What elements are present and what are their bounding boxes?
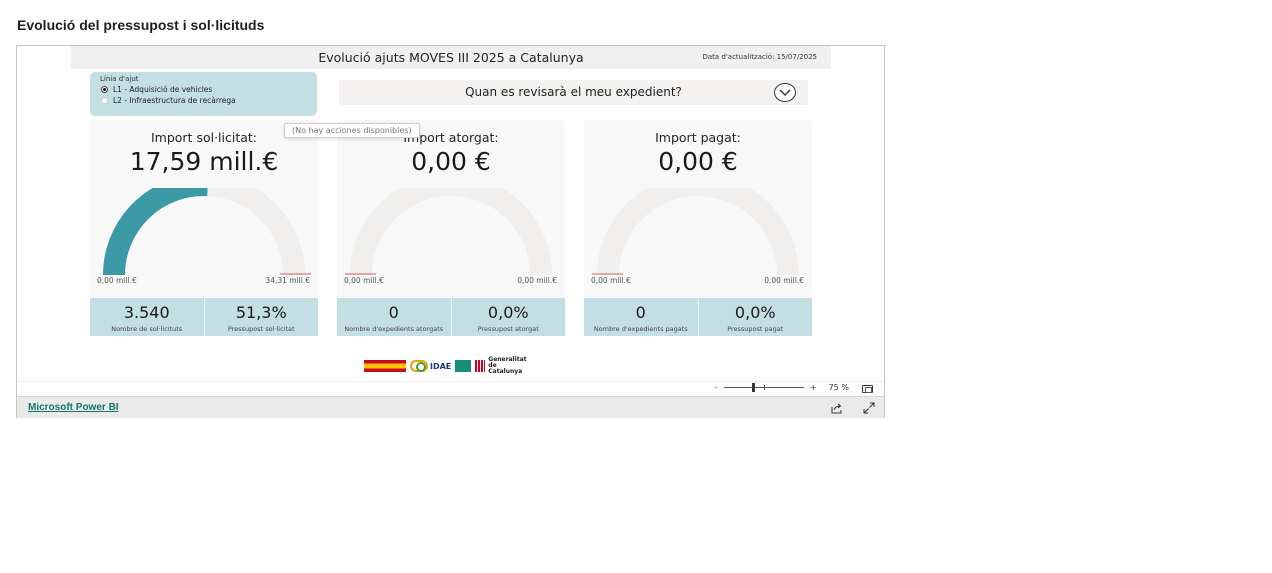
stat-label: Pressupost pagat bbox=[727, 325, 784, 333]
stat-percent: 0,0% Pressupost pagat bbox=[697, 298, 813, 336]
card-stats: 0 Nombre d'expedients pagats 0,0% Pressu… bbox=[584, 298, 812, 336]
zoom-in-button[interactable]: + bbox=[810, 383, 817, 392]
gauge-min-label: 0,00 mill.€ bbox=[97, 276, 137, 285]
stat-count: 0 Nombre d'expedients pagats bbox=[584, 298, 698, 336]
stat-label: Pressupost sol·licitat bbox=[227, 325, 295, 333]
update-date: Data d'actualització: 15/07/2025 bbox=[702, 53, 817, 61]
faq-label: Quan es revisarà el meu expedient? bbox=[465, 85, 682, 99]
stat-value: 0 bbox=[635, 303, 646, 322]
stat-value: 3.540 bbox=[123, 303, 170, 322]
radio-selected-icon[interactable] bbox=[101, 86, 108, 93]
gencat-logo-text: Generalitat de Catalunya bbox=[488, 356, 527, 375]
power-bi-embed: Evolució ajuts MOVES III 2025 a Cataluny… bbox=[16, 45, 885, 418]
stat-value: 0,0% bbox=[487, 303, 529, 322]
chevron-down-icon[interactable] bbox=[774, 83, 796, 102]
card-value: 0,00 € bbox=[658, 147, 738, 176]
gauge-max-label: 0,00 mill.€ bbox=[764, 276, 804, 285]
line-filter-panel: Línia d'ajut L1 - Adquisició de vehicles… bbox=[90, 72, 317, 116]
stat-value: 0 bbox=[388, 303, 399, 322]
sponsor-logos: IDAE Generalitat de Catalunya bbox=[364, 357, 532, 375]
card-stats: 3.540 Nombre de sol·licituts 51,3% Press… bbox=[90, 298, 318, 336]
zoom-level: 75 % bbox=[828, 383, 849, 392]
stat-label: Nombre d'expedients pagats bbox=[593, 325, 688, 333]
zoom-default-tick bbox=[763, 385, 765, 390]
line-option-label: L2 - Infraestructura de recàrrega bbox=[113, 96, 236, 105]
stat-label: Nombre de sol·licituts bbox=[111, 325, 183, 333]
card-stats: 0 Nombre d'expedients atorgats 0,0% Pres… bbox=[337, 298, 565, 336]
zoom-control: - + 75 % bbox=[715, 383, 849, 392]
power-bi-link[interactable]: Microsoft Power BI bbox=[28, 402, 119, 413]
catalan-flag-icon bbox=[475, 360, 486, 372]
green-agency-logo bbox=[455, 360, 472, 372]
gauge-chart bbox=[345, 188, 552, 276]
gauge-fill bbox=[103, 188, 208, 276]
gauge-max-label: 0,00 mill.€ bbox=[517, 276, 557, 285]
line-option-l2[interactable]: L2 - Infraestructura de recàrrega bbox=[101, 96, 236, 105]
spain-government-logo bbox=[364, 360, 406, 372]
zoom-out-button[interactable]: - bbox=[715, 383, 718, 392]
power-bi-footer: Microsoft Power BI bbox=[17, 396, 884, 418]
expand-icon[interactable] bbox=[863, 402, 875, 414]
line-option-l1[interactable]: L1 - Adquisició de vehicles bbox=[101, 85, 212, 94]
card-title: Import pagat: bbox=[655, 130, 741, 145]
stat-percent: 0,0% Pressupost atorgat bbox=[450, 298, 566, 336]
faq-expander[interactable]: Quan es revisarà el meu expedient? bbox=[339, 80, 808, 105]
fit-to-page-icon[interactable] bbox=[862, 385, 873, 393]
report-title-bar: Evolució ajuts MOVES III 2025 a Cataluny… bbox=[71, 46, 831, 69]
gauge-min-label: 0,00 mill.€ bbox=[591, 276, 631, 285]
card-value: 0,00 € bbox=[411, 147, 491, 176]
stat-value: 51,3% bbox=[235, 303, 287, 322]
stat-label: Pressupost atorgat bbox=[477, 325, 539, 333]
zoom-slider[interactable] bbox=[723, 383, 804, 392]
gauge-min-label: 0,00 mill.€ bbox=[344, 276, 384, 285]
stat-value: 0,0% bbox=[734, 303, 776, 322]
page-heading: Evolució del pressupost i sol·licituds bbox=[17, 17, 265, 33]
no-actions-tooltip: (No hay acciones disponibles) bbox=[284, 123, 420, 138]
stat-count: 0 Nombre d'expedients atorgats bbox=[337, 298, 451, 336]
report-canvas: Evolució ajuts MOVES III 2025 a Cataluny… bbox=[17, 46, 884, 381]
gauge-track bbox=[350, 188, 552, 276]
gauge-max-label: 34,31 mill.€ bbox=[265, 276, 310, 285]
idae-logo-text: IDAE bbox=[430, 361, 452, 371]
stat-count: 3.540 Nombre de sol·licituts bbox=[90, 298, 204, 336]
gauge-chart bbox=[592, 188, 799, 276]
zoom-slider-thumb[interactable] bbox=[751, 383, 755, 392]
gencat-logo: Generalitat de Catalunya bbox=[475, 357, 532, 375]
line-filter-label: Línia d'ajut bbox=[100, 75, 139, 83]
gauge-track bbox=[597, 188, 799, 276]
card-value: 17,59 mill.€ bbox=[129, 147, 279, 176]
stat-percent: 51,3% Pressupost sol·licitat bbox=[203, 298, 319, 336]
share-icon[interactable] bbox=[831, 402, 843, 414]
stat-label: Nombre d'expedients atorgats bbox=[344, 325, 444, 333]
line-option-label: L1 - Adquisició de vehicles bbox=[113, 85, 213, 94]
gauge-chart bbox=[103, 188, 311, 276]
zoom-bar: - + 75 % bbox=[17, 381, 884, 396]
idae-logo: IDAE bbox=[410, 360, 451, 372]
idae-symbol-icon bbox=[410, 360, 428, 372]
radio-unselected-icon[interactable] bbox=[101, 97, 108, 104]
